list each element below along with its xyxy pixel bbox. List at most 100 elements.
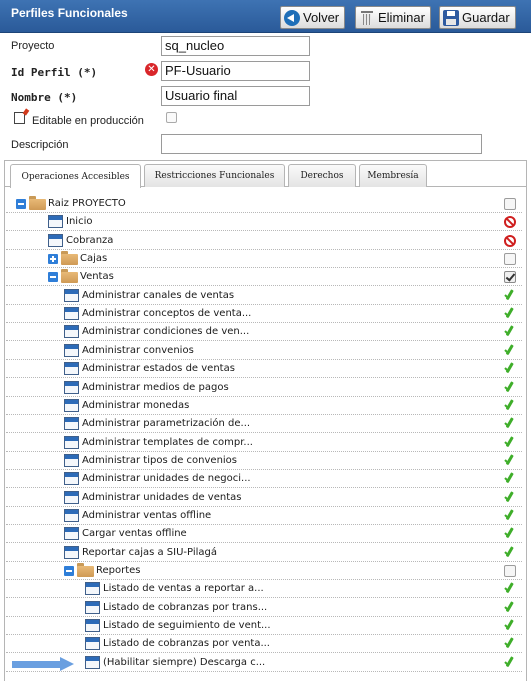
permission-checkbox-checked[interactable] — [504, 271, 516, 283]
tree-item-row[interactable]: Administrar tipos de convenios — [6, 452, 522, 470]
tree-label: Reportes — [96, 565, 141, 576]
tree-label: Cajas — [80, 253, 108, 264]
delete-button-label: Eliminar — [378, 10, 425, 25]
denied-icon[interactable] — [504, 235, 516, 247]
tree-item-row[interactable]: Listado de ventas a reportar a... — [6, 580, 522, 598]
save-button[interactable]: Guardar — [439, 6, 516, 29]
granted-check-icon[interactable] — [504, 455, 516, 467]
tree-label: Administrar tipos de convenios — [82, 455, 238, 466]
tree-item-row[interactable]: Administrar conceptos de venta... — [6, 305, 522, 323]
permission-checkbox[interactable] — [504, 565, 516, 577]
tree-item-row[interactable]: Listado de cobranzas por venta... — [6, 635, 522, 653]
granted-check-icon[interactable] — [504, 492, 516, 504]
window-icon — [64, 307, 79, 320]
window-icon — [64, 344, 79, 357]
granted-check-icon[interactable] — [504, 638, 516, 650]
permission-checkbox[interactable] — [504, 253, 516, 265]
tree-item-row[interactable]: Administrar canales de ventas — [6, 287, 522, 305]
tab-operaciones-accesibles[interactable]: Operaciones Accesibles — [10, 164, 141, 188]
tree-item-row[interactable]: Administrar templates de compr... — [6, 434, 522, 452]
tree-label: Administrar canales de ventas — [82, 290, 235, 301]
descripcion-field[interactable] — [161, 134, 482, 154]
granted-check-icon[interactable] — [504, 418, 516, 430]
tree-label: Administrar estados de ventas — [82, 363, 235, 374]
granted-check-icon[interactable] — [504, 528, 516, 540]
granted-check-icon[interactable] — [504, 620, 516, 632]
tree-item-row[interactable]: (Habilitar siempre) Descarga c... — [6, 654, 522, 672]
tree-item-row[interactable]: Administrar unidades de negoci... — [6, 470, 522, 488]
window-icon — [64, 325, 79, 338]
tree-label: Inicio — [66, 216, 93, 227]
granted-check-icon[interactable] — [504, 363, 516, 375]
editable-checkbox[interactable] — [166, 112, 177, 123]
collapse-icon[interactable] — [16, 199, 26, 209]
granted-check-icon[interactable] — [504, 308, 516, 320]
granted-check-icon[interactable] — [504, 657, 516, 669]
tree-item-row[interactable]: Administrar monedas — [6, 397, 522, 415]
expand-icon[interactable] — [48, 254, 58, 264]
granted-check-icon[interactable] — [504, 437, 516, 449]
tree-item-row[interactable]: Administrar ventas offline — [6, 507, 522, 525]
tree-item-row[interactable]: Reportar cajas a SIU-Pilagá — [6, 544, 522, 562]
granted-check-icon[interactable] — [504, 510, 516, 522]
window-icon — [85, 637, 100, 650]
tree-label: Administrar templates de compr... — [82, 437, 253, 448]
tree-folder-row[interactable]: Raiz PROYECTO — [6, 195, 522, 213]
proyecto-field[interactable]: sq_nucleo — [161, 36, 310, 56]
granted-check-icon[interactable] — [504, 473, 516, 485]
window-icon — [64, 417, 79, 430]
permission-checkbox[interactable] — [504, 198, 516, 210]
tree-folder-row[interactable]: Cajas — [6, 250, 522, 268]
tab-membresia[interactable]: Membresía — [359, 164, 427, 187]
nombre-field[interactable]: Usuario final — [161, 86, 310, 106]
tree-folder-row[interactable]: Reportes — [6, 562, 522, 580]
denied-icon[interactable] — [504, 216, 516, 228]
granted-check-icon[interactable] — [504, 602, 516, 614]
collapse-icon[interactable] — [64, 566, 74, 576]
tree-item-row[interactable]: Administrar unidades de ventas — [6, 489, 522, 507]
window-icon — [85, 619, 100, 632]
folder-icon — [77, 563, 94, 577]
granted-check-icon[interactable] — [504, 290, 516, 302]
trash-icon — [359, 10, 375, 26]
tree-item-row[interactable]: Administrar medios de pagos — [6, 379, 522, 397]
window-icon — [64, 436, 79, 449]
error-icon: ✕ — [145, 63, 158, 76]
back-button-label: Volver — [303, 10, 340, 25]
delete-button[interactable]: Eliminar — [355, 6, 431, 29]
tab-bar: Operaciones Accesibles Restricciones Fun… — [4, 160, 527, 188]
tree-label: (Habilitar siempre) Descarga c... — [103, 657, 266, 668]
granted-check-icon[interactable] — [504, 345, 516, 357]
granted-check-icon[interactable] — [504, 326, 516, 338]
tree-item-row[interactable]: Administrar condiciones de ven... — [6, 323, 522, 341]
granted-check-icon[interactable] — [504, 547, 516, 559]
window-icon — [48, 234, 63, 247]
back-button[interactable]: Volver — [280, 6, 346, 29]
granted-check-icon[interactable] — [504, 583, 516, 595]
granted-check-icon[interactable] — [504, 400, 516, 412]
tree-item-row[interactable]: Inicio — [6, 213, 522, 231]
folder-icon — [61, 269, 78, 283]
tree-item-row[interactable]: Administrar estados de ventas — [6, 360, 522, 378]
tree-item-row[interactable]: Cobranza — [6, 232, 522, 250]
tree-item-row[interactable]: Listado de seguimiento de vent... — [6, 617, 522, 635]
page-title: Perfiles Funcionales — [11, 6, 128, 20]
window-icon — [64, 454, 79, 467]
tab-restricciones-funcionales[interactable]: Restricciones Funcionales — [144, 164, 285, 187]
collapse-icon[interactable] — [48, 272, 58, 282]
tab-derechos[interactable]: Derechos — [288, 164, 356, 187]
window-icon — [85, 656, 100, 669]
tree-label: Administrar monedas — [82, 400, 190, 411]
tree-item-row[interactable]: Administrar parametrización de... — [6, 415, 522, 433]
tree-item-row[interactable]: Administrar convenios — [6, 342, 522, 360]
window-icon — [85, 601, 100, 614]
window-icon — [64, 381, 79, 394]
tree-label: Cargar ventas offline — [82, 528, 187, 539]
tree-item-row[interactable]: Listado de cobranzas por trans... — [6, 599, 522, 617]
tree-label: Reportar cajas a SIU-Pilagá — [82, 547, 217, 558]
tree-item-row[interactable]: Cargar ventas offline — [6, 525, 522, 543]
id-perfil-field[interactable]: PF-Usuario — [161, 61, 310, 81]
granted-check-icon[interactable] — [504, 382, 516, 394]
tree-label: Raiz PROYECTO — [48, 198, 126, 209]
tree-folder-row[interactable]: Ventas — [6, 268, 522, 286]
